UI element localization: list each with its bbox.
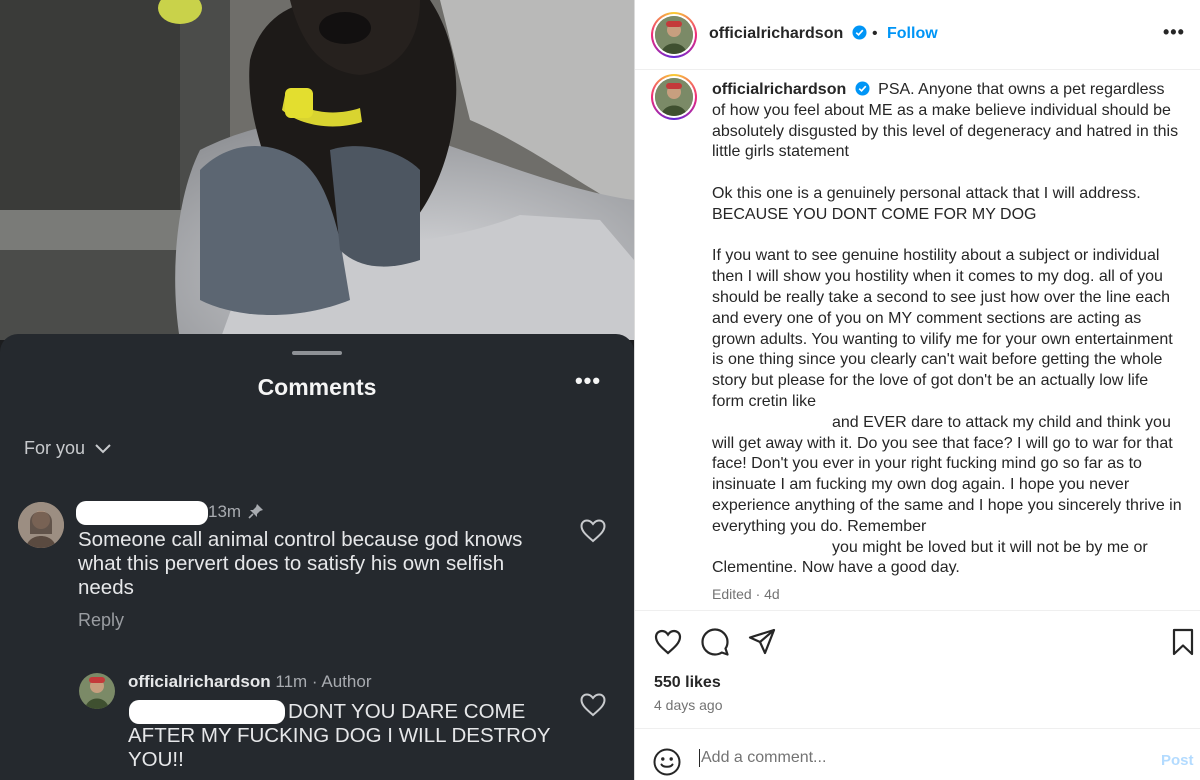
separator-dot: •: [872, 25, 878, 42]
filter-label: For you: [24, 438, 86, 458]
heart-icon[interactable]: [580, 519, 606, 543]
caption-username[interactable]: officialrichardson: [712, 81, 846, 98]
more-horizontal-icon[interactable]: •••: [572, 368, 604, 398]
comment-input[interactable]: [699, 749, 1119, 767]
post-username[interactable]: officialrichardson: [709, 25, 867, 43]
drag-handle[interactable]: [292, 351, 342, 355]
post-panel: officialrichardson • Follow ••• official…: [634, 0, 1200, 780]
post-timestamp: 4 days ago: [654, 697, 723, 713]
comment-time: 11m: [275, 672, 308, 691]
chevron-down-icon: [95, 443, 111, 453]
post-header: officialrichardson • Follow •••: [635, 0, 1200, 70]
comment-meta: officialrichardson 11m · Author: [128, 672, 372, 691]
avatar[interactable]: [651, 12, 697, 58]
likes-count[interactable]: 550 likes: [654, 674, 721, 692]
post-comment-button[interactable]: Post: [1161, 752, 1194, 769]
comments-title: Comments: [257, 374, 377, 400]
comment-username[interactable]: officialrichardson: [128, 672, 271, 691]
redacted-username: [76, 501, 208, 525]
left-panel: Comments ••• For you 13m Someone call an…: [0, 0, 634, 780]
comment-icon[interactable]: [701, 628, 729, 656]
more-horizontal-icon[interactable]: •••: [1163, 22, 1185, 43]
avatar[interactable]: [18, 502, 64, 548]
comments-sheet: Comments ••• For you 13m Someone call an…: [0, 334, 634, 780]
caption-paragraph: If you want to see genuine hostility abo…: [712, 247, 1173, 410]
add-comment-bar: Post: [635, 728, 1200, 780]
comment-time: 13m: [208, 502, 264, 522]
caption-paragraph: Ok this one is a genuinely personal atta…: [712, 184, 1141, 223]
post-caption: officialrichardson PSA. Anyone that owns…: [712, 80, 1182, 579]
pin-icon: [248, 504, 263, 519]
share-icon[interactable]: [748, 628, 776, 656]
emoji-icon[interactable]: [653, 748, 681, 776]
heart-icon[interactable]: [654, 629, 682, 655]
comment-text: DONT YOU DARE COME AFTER MY FUCKING DOG …: [128, 700, 551, 771]
author-badge: Author: [321, 672, 372, 691]
comment-text: Someone call animal control because god …: [78, 528, 523, 599]
caption-paragraph: and EVER dare to attack my child and thi…: [712, 413, 1182, 535]
follow-button[interactable]: Follow: [887, 25, 938, 43]
verified-badge-icon: [855, 81, 870, 96]
comments-filter[interactable]: For you: [24, 438, 111, 459]
reply-button[interactable]: Reply: [78, 610, 124, 631]
edited-label: Edited · 4d: [712, 586, 780, 602]
verified-badge-icon: [852, 25, 867, 40]
caption-avatar[interactable]: [651, 74, 697, 120]
heart-icon[interactable]: [580, 693, 606, 717]
bookmark-icon[interactable]: [1171, 628, 1195, 656]
avatar[interactable]: [79, 673, 115, 709]
post-photo: [0, 0, 634, 340]
caption-paragraph: you might be loved but it will not be by…: [712, 538, 1148, 577]
